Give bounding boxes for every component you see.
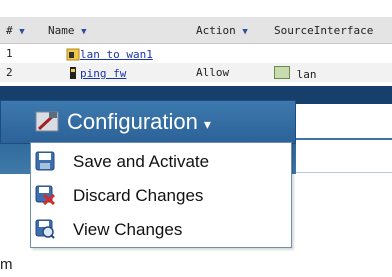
chevron-down-icon: ▾: [203, 116, 211, 132]
divider: [296, 172, 392, 173]
configuration-tools-icon: [35, 111, 59, 132]
side-panel: [296, 104, 392, 277]
sort-arrow-icon: ▼: [81, 27, 87, 37]
row-number: 2: [6, 66, 13, 79]
table-row: 2 ping fw Allow lan: [0, 63, 392, 82]
menu-item-save-and-activate[interactable]: Save and Activate: [31, 146, 291, 178]
rule-icon: [66, 48, 80, 61]
menu-item-label: View Changes: [73, 220, 183, 239]
column-header-name[interactable]: Name ▼: [48, 24, 87, 37]
rule-icon: [70, 67, 76, 79]
rule-name-link[interactable]: lan to wan1: [80, 48, 153, 61]
save-icon: [35, 151, 55, 171]
source-interface-label: lan: [296, 68, 317, 81]
row-number: 1: [6, 47, 13, 60]
menu-item-view-changes[interactable]: View Changes: [31, 214, 291, 246]
discard-icon: [35, 185, 55, 205]
sort-arrow-icon: ▼: [19, 27, 25, 37]
source-interface-cell: lan: [274, 66, 317, 81]
configuration-menu-label: Configuration ▾: [67, 109, 211, 134]
column-header-source-interface[interactable]: SourceInterface: [274, 24, 373, 37]
table-header: # ▼ Name ▼ Action ▼ SourceInterface: [0, 17, 392, 44]
column-header-number[interactable]: # ▼: [6, 24, 25, 37]
view-changes-icon: [35, 219, 55, 239]
divider: [296, 138, 392, 140]
content-area: [0, 174, 30, 254]
menu-item-discard-changes[interactable]: Discard Changes: [31, 180, 291, 212]
table-row: 1 lan to wan1: [0, 44, 392, 63]
rule-name-link[interactable]: ping fw: [80, 67, 126, 80]
interface-icon: [274, 66, 290, 79]
configuration-dropdown: Save and Activate Discard Changes View C…: [30, 142, 292, 248]
sort-arrow-icon: ▼: [242, 27, 248, 37]
menu-item-label: Discard Changes: [73, 186, 204, 205]
rule-name-cell: lan to wan1: [66, 47, 153, 61]
rule-name-cell: ping fw: [66, 66, 126, 80]
column-header-action[interactable]: Action ▼: [196, 24, 248, 37]
truncated-text: m: [0, 256, 13, 273]
rule-action: Allow: [196, 66, 230, 79]
menu-item-label: Save and Activate: [73, 152, 210, 171]
configuration-menu-button[interactable]: Configuration ▾: [0, 100, 296, 144]
